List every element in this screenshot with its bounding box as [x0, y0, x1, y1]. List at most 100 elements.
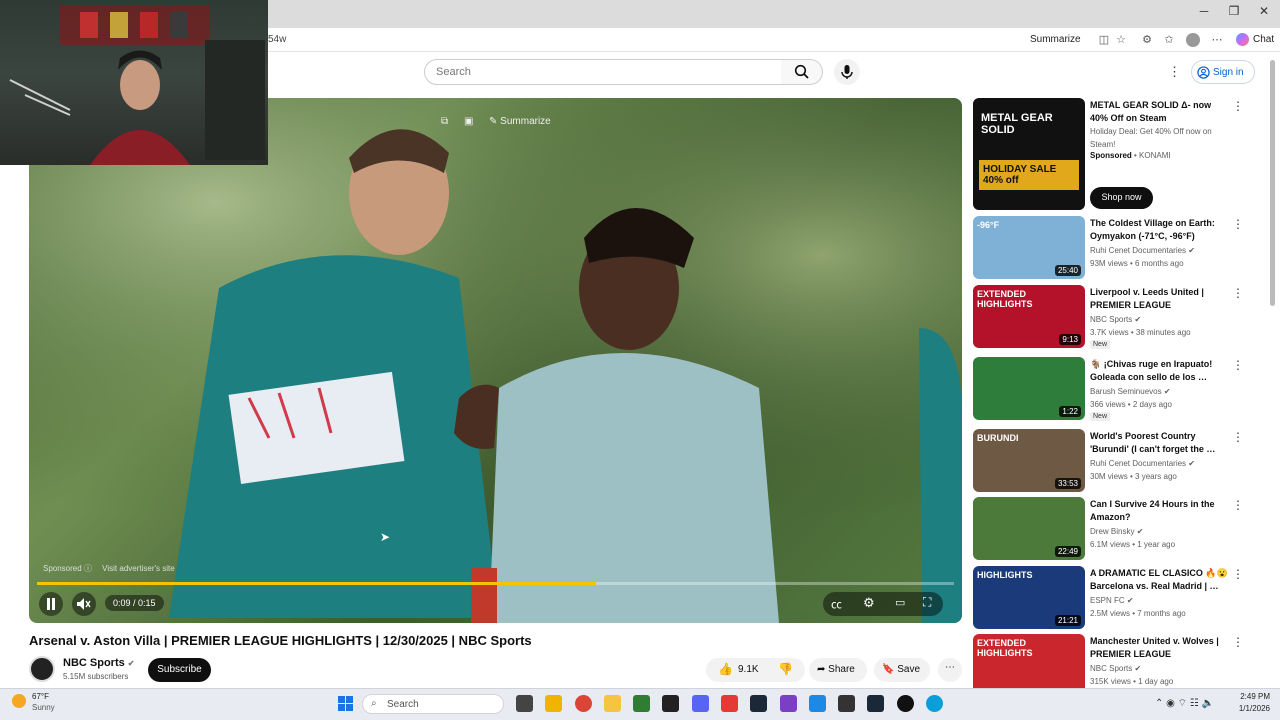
video-channel[interactable]: Barush Seminuevos ✔ — [1090, 385, 1235, 398]
video-menu-icon[interactable]: ⋮ — [1232, 286, 1244, 300]
voice-search-button[interactable] — [834, 59, 860, 85]
video-menu-icon[interactable]: ⋮ — [1232, 430, 1244, 444]
summarize-overlay-button[interactable]: ✎ Summarize — [489, 116, 551, 127]
fullscreen-icon[interactable]: ⛶ — [923, 595, 931, 610]
progress-bar[interactable] — [37, 582, 954, 585]
info-icon[interactable]: ⓘ — [84, 564, 92, 573]
edge-app-icon[interactable] — [926, 695, 943, 712]
microphone-icon — [841, 65, 853, 79]
ad-menu-icon[interactable]: ⋮ — [1232, 99, 1244, 113]
video-title-link[interactable]: Manchester United v. Wolves | PREMIER LE… — [1090, 635, 1228, 661]
nvidia-app-icon[interactable] — [633, 695, 650, 712]
more-icon[interactable]: ⋯ — [1209, 32, 1225, 48]
share-button[interactable]: ➦ Share — [809, 658, 867, 682]
obs-app-icon[interactable] — [897, 695, 914, 712]
favorites-icon[interactable]: ✩ — [1161, 32, 1177, 48]
clock-time[interactable]: 2:49 PM — [1226, 692, 1270, 701]
app-icon-dark[interactable] — [838, 695, 855, 712]
video-channel[interactable]: Ruhi Cenet Documentaries ✔ — [1090, 457, 1235, 470]
video-title-link[interactable]: Liverpool v. Leeds United | PREMIER LEAG… — [1090, 286, 1228, 312]
video-thumbnail[interactable]: EXTENDED HIGHLIGHTS 9:13 — [973, 285, 1085, 348]
miniplayer-icon[interactable]: ⧉ — [441, 116, 448, 127]
video-menu-icon[interactable]: ⋮ — [1232, 217, 1244, 231]
mute-button[interactable] — [72, 592, 96, 616]
copilot-icon[interactable] — [1236, 33, 1249, 46]
pause-button[interactable] — [39, 592, 63, 616]
shop-now-button[interactable]: Shop now — [1090, 187, 1153, 209]
chrome-app-icon[interactable] — [575, 695, 592, 712]
verified-icon: ✔ — [1134, 315, 1142, 324]
video-menu-icon[interactable]: ⋮ — [1232, 498, 1244, 512]
cast-icon[interactable]: ▣ — [464, 116, 473, 127]
like-icon[interactable]: 👍 — [718, 662, 733, 676]
windows-start-icon[interactable] — [338, 696, 353, 711]
ad-title[interactable]: METAL GEAR SOLID Δ- now 40% Off on Steam — [1090, 99, 1228, 125]
sign-in-button[interactable]: Sign in — [1191, 60, 1255, 84]
video-title-link[interactable]: World's Poorest Country 'Burundi' (I can… — [1090, 430, 1228, 456]
video-thumbnail[interactable]: HIGHLIGHTS 21:21 — [973, 566, 1085, 629]
subscribe-button[interactable]: Subscribe — [148, 658, 211, 682]
theater-mode-icon[interactable]: ▭ — [895, 596, 905, 609]
video-thumbnail[interactable]: BURUNDI 33:53 — [973, 429, 1085, 492]
video-channel[interactable]: Ruhi Cenet Documentaries ✔ — [1090, 244, 1235, 257]
dislike-icon[interactable]: 👎 — [778, 662, 793, 676]
ad-thumb-sale: HOLIDAY SALE 40% off — [979, 160, 1079, 190]
video-player[interactable]: ⧉ ▣ ✎ Summarize Sponsored ⓘ Visit advert… — [29, 98, 962, 623]
file-explorer-icon[interactable] — [604, 695, 621, 712]
app-icon-purple[interactable] — [780, 695, 797, 712]
restore-icon[interactable]: ❐ — [1220, 4, 1248, 18]
video-channel[interactable]: Drew Binsky ✔ — [1090, 525, 1235, 538]
weather-icon[interactable] — [12, 694, 26, 708]
video-channel[interactable]: NBC Sports ✔ — [1090, 662, 1235, 675]
video-thumbnail[interactable]: -96°F 25:40 — [973, 216, 1085, 279]
taskbar-search[interactable]: ⌕ Search — [362, 694, 504, 714]
system-tray-icons[interactable]: ⌃ ◉ ⌔ ☷ 🔈 — [1155, 697, 1214, 710]
video-title-link[interactable]: Can I Survive 24 Hours in the Amazon? — [1090, 498, 1228, 524]
summarize-button[interactable]: Summarize — [1030, 34, 1081, 45]
video-menu-icon[interactable]: ⋮ — [1232, 358, 1244, 372]
url-text[interactable]: 54w — [268, 34, 286, 45]
app-icon-blue[interactable] — [809, 695, 826, 712]
video-title-link[interactable]: A DRAMATIC EL CLASICO 🔥😮 Barcelona vs. R… — [1090, 567, 1228, 593]
ad-thumbnail[interactable]: METAL GEAR SOLID HOLIDAY SALE 40% off — [973, 98, 1085, 210]
minimize-icon[interactable]: ─ — [1190, 4, 1218, 18]
youtube-app-icon[interactable] — [721, 695, 738, 712]
ad-description: Holiday Deal: Get 40% Off now on Steam! — [1090, 127, 1212, 149]
favorite-star-icon[interactable]: ☆ — [1113, 32, 1129, 48]
more-actions-icon[interactable]: ⋯ — [938, 658, 962, 682]
steam-client-icon[interactable] — [867, 695, 884, 712]
steam-app-icon[interactable] — [750, 695, 767, 712]
search-input[interactable]: Search — [424, 59, 782, 85]
channel-avatar[interactable] — [29, 656, 55, 682]
extensions-icon[interactable]: ⚙ — [1139, 32, 1155, 48]
visit-advertiser-link[interactable]: Visit advertiser's site — [102, 564, 175, 573]
settings-kebab-icon[interactable]: ⋮ — [1168, 64, 1181, 80]
captions-icon[interactable]: ㏄ — [831, 596, 842, 612]
close-icon[interactable]: ✕ — [1250, 4, 1278, 18]
video-channel[interactable]: NBC Sports ✔ — [1090, 313, 1235, 326]
discord-app-icon[interactable] — [692, 695, 709, 712]
profile-icon[interactable] — [1186, 33, 1200, 47]
clock-date[interactable]: 1/1/2026 — [1226, 704, 1270, 713]
video-title-link[interactable]: 🐐 ¡Chivas ruge en Irapuato! Goleada con … — [1090, 358, 1228, 384]
settings-gear-icon[interactable]: ⚙ — [863, 595, 875, 611]
save-button[interactable]: 🔖 Save — [874, 658, 930, 682]
scrollbar-thumb[interactable] — [1270, 60, 1275, 306]
epic-games-icon[interactable] — [662, 695, 679, 712]
video-channel[interactable]: ESPN FC ✔ — [1090, 594, 1235, 607]
search-button[interactable] — [781, 59, 823, 85]
video-title-link[interactable]: The Coldest Village on Earth: Oymyakon (… — [1090, 217, 1228, 243]
rockstar-app-icon[interactable] — [545, 695, 562, 712]
split-screen-icon[interactable]: ◫ — [1096, 32, 1112, 48]
video-menu-icon[interactable]: ⋮ — [1232, 635, 1244, 649]
weather-temp[interactable]: 67°F — [32, 692, 49, 701]
video-menu-icon[interactable]: ⋮ — [1232, 567, 1244, 581]
channel-name[interactable]: NBC Sports ✔ — [63, 657, 135, 669]
chat-button[interactable]: Chat — [1253, 34, 1274, 45]
verified-icon: ✔ — [127, 659, 135, 668]
video-thumbnail[interactable]: 1:22 — [973, 357, 1085, 420]
like-count[interactable]: 9.1K — [738, 664, 759, 675]
ad-thumb-title: METAL GEAR SOLID — [981, 112, 1053, 136]
task-view-icon[interactable] — [516, 695, 533, 712]
video-thumbnail[interactable]: 22:49 — [973, 497, 1085, 560]
